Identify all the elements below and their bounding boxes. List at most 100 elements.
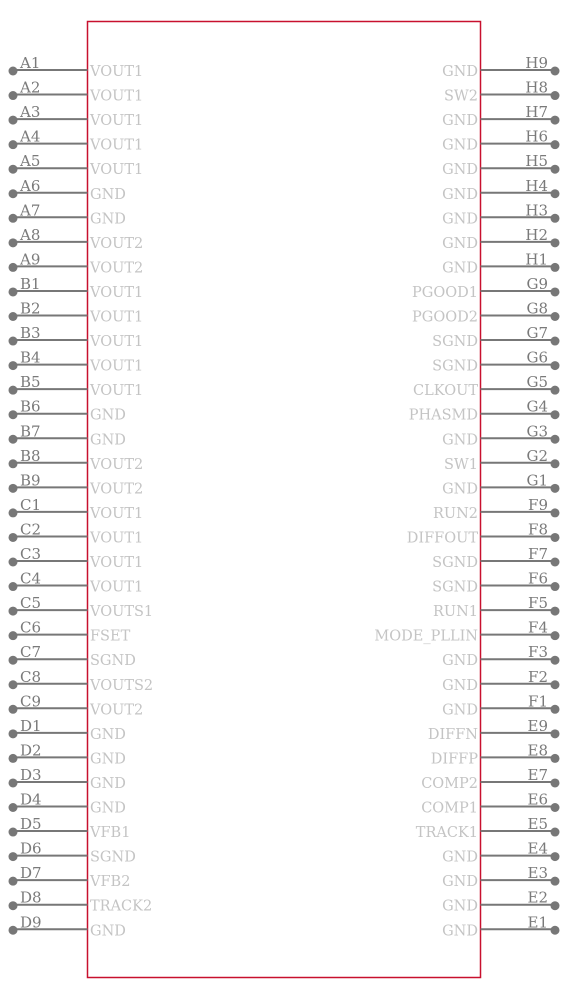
pin-endpoint-dot[interactable]	[8, 606, 18, 616]
pin-g5[interactable]: G5 CLKOUT	[413, 373, 560, 399]
pin-a8[interactable]: A8 VOUT2	[8, 226, 144, 252]
pin-endpoint-dot[interactable]	[8, 459, 18, 469]
pin-endpoint-dot[interactable]	[550, 827, 560, 837]
pin-f6[interactable]: F6 SGND	[432, 570, 560, 596]
pin-h8[interactable]: H8 SW2	[444, 79, 560, 105]
pin-endpoint-dot[interactable]	[550, 361, 560, 371]
pin-g8[interactable]: G8 PGOOD2	[412, 300, 560, 326]
pin-a1[interactable]: A1 VOUT1	[8, 54, 144, 80]
pin-endpoint-dot[interactable]	[550, 483, 560, 493]
pin-endpoint-dot[interactable]	[8, 361, 18, 371]
pin-b4[interactable]: B4 VOUT1	[8, 349, 144, 375]
pin-c5[interactable]: C5 VOUTS1	[8, 594, 154, 620]
pin-endpoint-dot[interactable]	[550, 778, 560, 788]
pin-h9[interactable]: H9 GND	[442, 54, 560, 80]
pin-g7[interactable]: G7 SGND	[432, 324, 560, 350]
pin-a3[interactable]: A3 VOUT1	[8, 103, 144, 129]
pin-a6[interactable]: A6 GND	[8, 177, 126, 203]
pin-d9[interactable]: D9 GND	[8, 913, 126, 939]
pin-endpoint-dot[interactable]	[8, 508, 18, 518]
pin-e1[interactable]: E1 GND	[442, 913, 560, 939]
pin-endpoint-dot[interactable]	[550, 532, 560, 542]
pin-endpoint-dot[interactable]	[550, 508, 560, 518]
pin-endpoint-dot[interactable]	[550, 312, 560, 321]
pin-endpoint-dot[interactable]	[8, 336, 18, 346]
pin-endpoint-dot[interactable]	[550, 582, 560, 592]
pin-endpoint-dot[interactable]	[8, 312, 18, 321]
pin-e7[interactable]: E7 COMP2	[421, 766, 560, 792]
pin-endpoint-dot[interactable]	[550, 164, 560, 174]
pin-endpoint-dot[interactable]	[550, 262, 560, 272]
pin-endpoint-dot[interactable]	[8, 434, 18, 444]
pin-g2[interactable]: G2 SW1	[444, 447, 560, 473]
pin-endpoint-dot[interactable]	[550, 803, 560, 812]
pin-h7[interactable]: H7 GND	[442, 103, 560, 129]
pin-e8[interactable]: E8 DIFFP	[431, 741, 560, 767]
pin-endpoint-dot[interactable]	[550, 410, 560, 420]
pin-h3[interactable]: H3 GND	[442, 201, 560, 227]
pin-e2[interactable]: E2 GND	[442, 889, 560, 915]
pin-endpoint-dot[interactable]	[550, 434, 560, 444]
pin-endpoint-dot[interactable]	[8, 778, 18, 788]
pin-b7[interactable]: B7 GND	[8, 422, 126, 448]
pin-c2[interactable]: C2 VOUT1	[8, 520, 144, 546]
pin-endpoint-dot[interactable]	[550, 336, 560, 346]
pin-d3[interactable]: D3 GND	[8, 766, 126, 792]
pin-f3[interactable]: F3 GND	[442, 643, 560, 669]
pin-endpoint-dot[interactable]	[8, 262, 18, 272]
pin-d5[interactable]: D5 VFB1	[8, 815, 131, 841]
pin-f5[interactable]: F5 RUN1	[433, 594, 560, 620]
pin-endpoint-dot[interactable]	[550, 385, 560, 395]
pin-endpoint-dot[interactable]	[550, 66, 560, 76]
pin-endpoint-dot[interactable]	[8, 655, 18, 665]
pin-endpoint-dot[interactable]	[8, 66, 18, 76]
pin-f9[interactable]: F9 RUN2	[433, 496, 560, 522]
pin-endpoint-dot[interactable]	[8, 753, 18, 763]
pin-endpoint-dot[interactable]	[8, 803, 18, 812]
pin-h1[interactable]: H1 GND	[442, 250, 560, 276]
pin-g6[interactable]: G6 SGND	[432, 349, 560, 375]
pin-f4[interactable]: F4 MODE_PLLIN	[374, 619, 560, 645]
pin-e5[interactable]: E5 TRACK1	[416, 815, 560, 841]
pin-g9[interactable]: G9 PGOOD1	[412, 275, 560, 301]
pin-c4[interactable]: C4 VOUT1	[8, 570, 144, 596]
pin-endpoint-dot[interactable]	[550, 680, 560, 690]
pin-endpoint-dot[interactable]	[550, 213, 560, 223]
pin-endpoint-dot[interactable]	[8, 164, 18, 174]
pin-endpoint-dot[interactable]	[8, 852, 18, 862]
pin-endpoint-dot[interactable]	[8, 410, 18, 420]
pin-endpoint-dot[interactable]	[8, 483, 18, 493]
pin-endpoint-dot[interactable]	[8, 901, 18, 911]
pin-endpoint-dot[interactable]	[550, 852, 560, 862]
pin-b1[interactable]: B1 VOUT1	[8, 275, 144, 301]
pin-d1[interactable]: D1 GND	[8, 717, 126, 743]
pin-g3[interactable]: G3 GND	[442, 422, 560, 448]
pin-endpoint-dot[interactable]	[550, 189, 560, 199]
pin-endpoint-dot[interactable]	[550, 115, 560, 125]
pin-a2[interactable]: A2 VOUT1	[8, 79, 144, 105]
pin-c6[interactable]: C6 FSET	[8, 619, 131, 645]
pin-e3[interactable]: E3 GND	[442, 864, 560, 890]
pin-d7[interactable]: D7 VFB2	[8, 864, 131, 890]
pin-endpoint-dot[interactable]	[550, 238, 560, 248]
pin-endpoint-dot[interactable]	[550, 901, 560, 911]
pin-endpoint-dot[interactable]	[550, 140, 560, 150]
pin-g1[interactable]: G1 GND	[442, 471, 560, 497]
pin-b8[interactable]: B8 VOUT2	[8, 447, 144, 473]
pin-h5[interactable]: H5 GND	[442, 152, 560, 178]
pin-endpoint-dot[interactable]	[8, 827, 18, 837]
pin-a5[interactable]: A5 VOUT1	[8, 152, 144, 178]
pin-d6[interactable]: D6 SGND	[8, 840, 136, 866]
pin-h6[interactable]: H6 GND	[442, 128, 560, 154]
pin-b5[interactable]: B5 VOUT1	[8, 373, 144, 399]
pin-g4[interactable]: G4 PHASMD	[409, 398, 560, 424]
pin-c8[interactable]: C8 VOUTS2	[8, 668, 154, 694]
pin-endpoint-dot[interactable]	[8, 287, 18, 297]
pin-endpoint-dot[interactable]	[8, 704, 18, 714]
pin-a7[interactable]: A7 GND	[8, 201, 126, 227]
pin-endpoint-dot[interactable]	[8, 115, 18, 125]
pin-e4[interactable]: E4 GND	[442, 840, 560, 866]
pin-endpoint-dot[interactable]	[550, 606, 560, 616]
pin-endpoint-dot[interactable]	[8, 189, 18, 199]
pin-endpoint-dot[interactable]	[8, 582, 18, 592]
